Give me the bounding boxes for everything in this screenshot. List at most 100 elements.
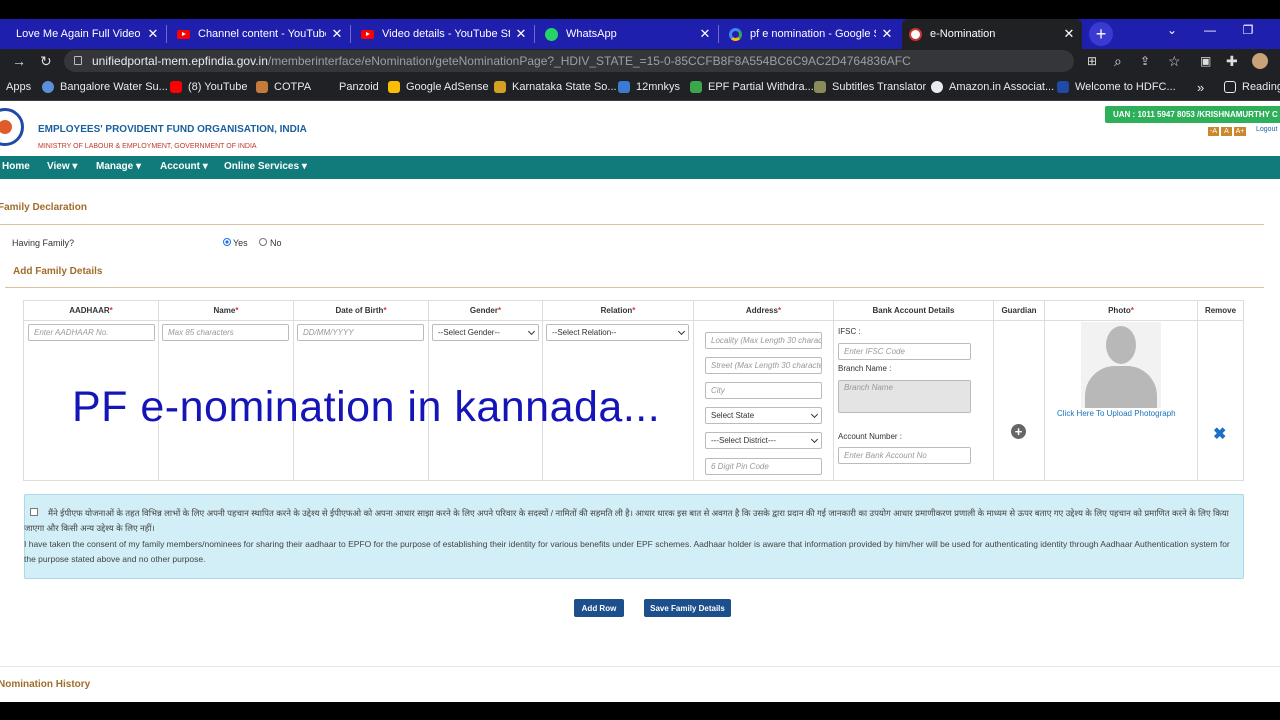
bookmark-item[interactable]: 12mnkys — [618, 80, 680, 94]
locality-input[interactable]: Locality (Max Length 30 characters) — [705, 332, 822, 349]
state-select[interactable]: Select State — [705, 407, 822, 424]
bookmark-item[interactable]: (8) YouTube — [170, 80, 248, 94]
tab-separator — [534, 25, 535, 43]
browser-tab[interactable]: pf e nomination - Google Search ✕ — [722, 19, 900, 49]
close-icon[interactable]: ✕ — [514, 26, 528, 42]
tab-label: WhatsApp — [566, 28, 617, 40]
org-name: EMPLOYEES' PROVIDENT FUND ORGANISATION, … — [38, 124, 307, 135]
browser-tab[interactable]: Video details - YouTube Studio ✕ — [354, 19, 534, 49]
nomination-history-title[interactable]: Nomination History — [0, 679, 90, 690]
close-icon[interactable]: ✕ — [880, 26, 894, 42]
share-icon[interactable]: ⇪ — [1140, 49, 1150, 73]
ifsc-input[interactable]: Enter IFSC Code — [838, 343, 971, 360]
bookmark-item[interactable]: Subtitles Translator — [814, 80, 926, 94]
menu-manage[interactable]: Manage ▾ — [96, 161, 141, 172]
bookmark-label: Subtitles Translator — [832, 81, 927, 93]
ifsc-label: IFSC : — [838, 327, 861, 336]
new-tab-button[interactable]: + — [1089, 22, 1113, 46]
minimize-icon[interactable]: — — [1193, 19, 1227, 41]
uan-badge: UAN : 1011 5947 8053 /KRISHNAMURTHY C — [1105, 106, 1280, 123]
close-icon[interactable]: ✕ — [698, 26, 712, 42]
maximize-icon[interactable]: ❐ — [1231, 19, 1265, 41]
close-icon[interactable]: ✕ — [1062, 26, 1076, 42]
district-select[interactable]: ---Select District--- — [705, 432, 822, 449]
zoom-icon[interactable]: ⌕ — [1114, 49, 1122, 73]
bookmark-item[interactable]: Karnataka State So... — [494, 80, 617, 94]
name-input[interactable]: Max 85 characters — [162, 324, 289, 341]
bookmark-item[interactable]: Amazon.in Associat... — [931, 80, 1054, 94]
close-icon[interactable]: ✕ — [146, 26, 160, 42]
column-divider — [693, 300, 694, 481]
required-mark: * — [109, 305, 113, 315]
tab-search-icon[interactable]: ⌄ — [1155, 19, 1189, 41]
logout-link[interactable]: Logout — [1256, 126, 1277, 133]
close-icon[interactable]: ✕ — [330, 26, 344, 42]
account-number-input[interactable]: Enter Bank Account No — [838, 447, 971, 464]
font-increase-button[interactable]: A+ — [1234, 127, 1246, 136]
bookmarks-more[interactable]: » — [1197, 80, 1204, 95]
gender-select[interactable]: --Select Gender-- — [432, 324, 539, 341]
bookmark-item[interactable]: Google AdSense — [388, 80, 489, 94]
extension-icon[interactable]: ▣ — [1200, 49, 1211, 73]
logout-label: Logout — [1256, 126, 1278, 133]
gender-select-value: --Select Gender-- — [438, 328, 500, 337]
epfo-logo — [0, 108, 24, 146]
menu-account[interactable]: Account ▾ — [160, 161, 208, 172]
add-row-button[interactable]: Add Row — [574, 599, 624, 617]
reload-icon[interactable]: ↻ — [40, 49, 52, 73]
bookmark-item[interactable]: Bangalore Water Su... — [42, 80, 168, 94]
avatar-body — [1085, 366, 1157, 408]
section-divider — [5, 287, 1264, 288]
youtube-icon — [360, 27, 374, 41]
save-family-details-button[interactable]: Save Family Details — [644, 599, 731, 617]
bookmark-item[interactable]: Panzoid — [339, 80, 379, 94]
forward-icon[interactable]: → — [12, 49, 26, 73]
aadhaar-input[interactable]: Enter AADHAAR No. — [28, 324, 155, 341]
bookmark-label: EPF Partial Withdra... — [708, 81, 814, 93]
profile-avatar[interactable] — [1252, 49, 1268, 73]
reading-list-button[interactable]: Reading list — [1224, 80, 1280, 94]
bookmark-label: COTPA — [274, 81, 312, 93]
dob-input[interactable]: DD/MM/YYYY — [297, 324, 424, 341]
relation-select[interactable]: --Select Relation-- — [546, 324, 689, 341]
menu-online-services[interactable]: Online Services ▾ — [224, 161, 307, 172]
bookmark-item[interactable]: EPF Partial Withdra... — [690, 80, 814, 94]
header-label: Gender — [469, 305, 498, 315]
youtube-icon — [170, 81, 182, 93]
browser-tab[interactable]: WhatsApp ✕ — [538, 19, 718, 49]
street-input[interactable]: Street (Max Length 30 characters) — [705, 357, 822, 374]
pin-input[interactable]: 6 Digit Pin Code — [705, 458, 822, 475]
address-bar[interactable]: unifiedportal-mem.epfindia.gov.in/member… — [64, 50, 1074, 72]
remove-row-icon[interactable]: ✖ — [1213, 424, 1226, 444]
column-divider — [833, 300, 834, 481]
browser-tab-active[interactable]: e-Nomination ✕ — [902, 19, 1082, 49]
lock-icon — [74, 56, 82, 65]
header-label: Name — [213, 305, 236, 315]
bookmark-item[interactable]: Welcome to HDFC... — [1057, 80, 1176, 94]
city-input[interactable]: City — [705, 382, 822, 399]
screen: Love Me Again Full Video Song ✕ Channel … — [0, 0, 1280, 720]
header-name: Name * — [159, 300, 294, 320]
radio-no[interactable] — [259, 238, 267, 246]
translate-icon[interactable]: ⊞ — [1087, 49, 1097, 73]
radio-yes[interactable] — [223, 238, 231, 246]
browser-tab[interactable]: Love Me Again Full Video Song ✕ — [0, 19, 166, 49]
menu-view[interactable]: View ▾ — [47, 161, 77, 172]
bookmark-star-icon[interactable]: ☆ — [1168, 49, 1181, 73]
consent-text-hindi: मैंने ईपीएफ योजनाओं के तहत विभिन्न लाभों… — [24, 508, 1229, 533]
font-decrease-button[interactable]: -A — [1208, 127, 1219, 136]
bookmark-label: (8) YouTube — [188, 81, 248, 93]
browser-tab[interactable]: Channel content - YouTube Studio ✕ — [170, 19, 350, 49]
reading-list-label: Reading list — [1242, 81, 1280, 93]
menu-home[interactable]: Home — [2, 161, 30, 172]
font-normal-button[interactable]: A — [1221, 127, 1232, 136]
bookmark-apps[interactable]: Apps — [6, 80, 31, 94]
bookmark-favicon — [814, 81, 826, 93]
upload-photo-link[interactable]: Click Here To Upload Photograph — [1057, 409, 1176, 418]
table-border — [1243, 300, 1244, 481]
column-divider — [1044, 300, 1045, 481]
photo-placeholder[interactable] — [1081, 322, 1161, 408]
puzzle-icon[interactable]: ✚ — [1226, 49, 1238, 73]
add-guardian-icon[interactable]: + — [1011, 424, 1026, 439]
bookmark-item[interactable]: COTPA — [256, 80, 311, 94]
